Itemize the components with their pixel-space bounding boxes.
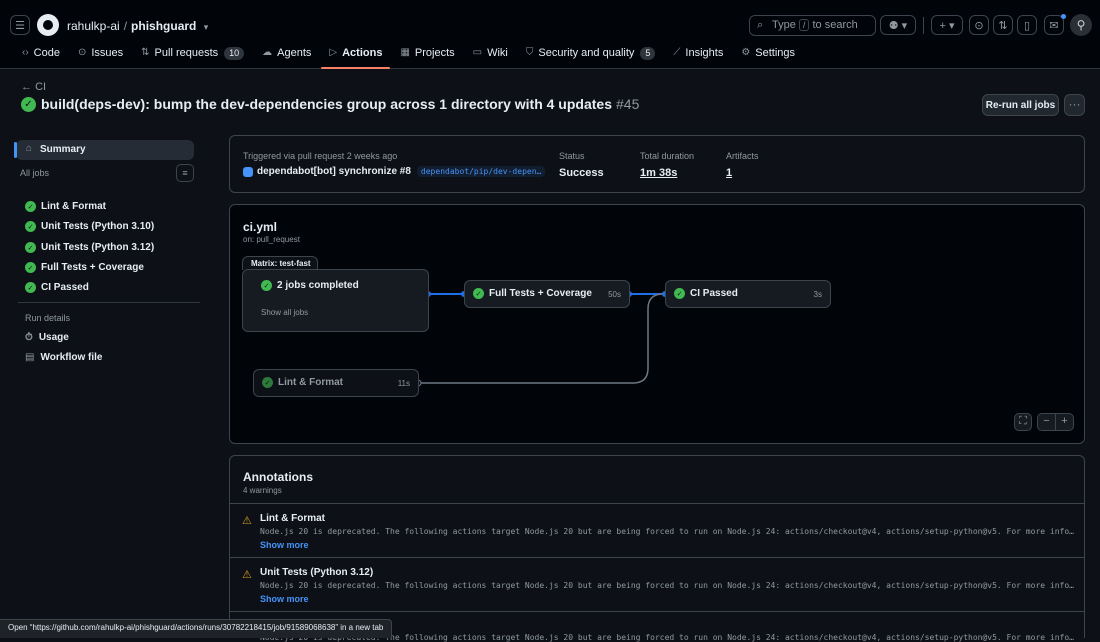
node-title: 2 jobs completed bbox=[277, 280, 359, 291]
warning-icon: ⚠ bbox=[242, 569, 252, 581]
annotation-item: ⚠ Unit Tests (Python 3.12) Node.js 20 is… bbox=[230, 557, 1084, 611]
node-title: Lint & Format bbox=[278, 377, 343, 388]
show-more-link[interactable]: Show more bbox=[260, 540, 309, 550]
node-duration: 50s bbox=[608, 290, 621, 299]
warning-icon: ⚠ bbox=[242, 515, 252, 527]
success-check-icon: ✓ bbox=[262, 377, 273, 388]
success-check-icon: ✓ bbox=[261, 280, 272, 291]
annotation-job-link[interactable]: Lint & Format bbox=[260, 513, 325, 524]
ci-passed-job-node[interactable]: ✓ CI Passed 3s bbox=[665, 280, 831, 308]
zoom-in-icon[interactable]: + bbox=[1055, 413, 1074, 431]
annotation-message: Node.js 20 is deprecated. The following … bbox=[260, 527, 1074, 536]
annotation-message: Node.js 20 is deprecated. The following … bbox=[260, 581, 1074, 590]
fullscreen-icon[interactable]: ⛶ bbox=[1014, 413, 1032, 431]
matrix-job-node[interactable]: ✓ 2 jobs completed Show all jobs bbox=[242, 269, 429, 332]
coverage-job-node[interactable]: ✓ Full Tests + Coverage 50s bbox=[464, 280, 630, 308]
show-more-link[interactable]: Show more bbox=[260, 594, 309, 604]
node-duration: 11s bbox=[397, 379, 410, 388]
success-check-icon: ✓ bbox=[674, 288, 685, 299]
success-check-icon: ✓ bbox=[473, 288, 484, 299]
node-duration: 3s bbox=[813, 290, 822, 299]
zoom-out-icon[interactable]: − bbox=[1037, 413, 1056, 431]
node-title: Full Tests + Coverage bbox=[489, 288, 592, 299]
show-all-jobs-link[interactable]: Show all jobs bbox=[261, 308, 308, 317]
annotation-item: ⚠ Lint & Format Node.js 20 is deprecated… bbox=[230, 503, 1084, 557]
annotations-title: Annotations bbox=[243, 470, 313, 484]
node-title: CI Passed bbox=[690, 288, 738, 299]
matrix-label: Matrix: test-fast bbox=[242, 256, 318, 270]
annotation-job-link[interactable]: Unit Tests (Python 3.12) bbox=[260, 567, 373, 578]
annotations-card: Annotations 4 warnings ⚠ Lint & Format N… bbox=[229, 455, 1085, 642]
annotations-count: 4 warnings bbox=[243, 486, 282, 495]
lint-job-node[interactable]: ✓ Lint & Format 11s bbox=[253, 369, 419, 397]
link-status-bar: Open “https://github.com/rahulkp-ai/phis… bbox=[0, 619, 393, 638]
